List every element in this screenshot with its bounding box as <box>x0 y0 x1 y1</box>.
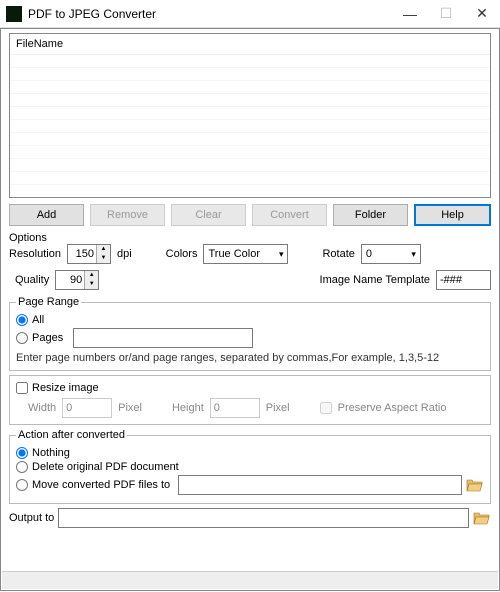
page-range-pages-label: Pages <box>32 332 63 344</box>
resize-checkbox[interactable] <box>16 382 28 394</box>
page-range-pages-radio[interactable] <box>16 332 28 344</box>
resize-group: Resize image Width Pixel Height Pixel Pr… <box>9 375 491 425</box>
page-range-pages-input[interactable] <box>73 328 253 348</box>
height-label: Height <box>172 402 204 414</box>
quality-label: Quality <box>15 274 49 286</box>
maximize-button[interactable]: ☐ <box>428 0 464 28</box>
quality-input[interactable] <box>56 273 84 287</box>
action-legend: Action after converted <box>16 429 127 441</box>
chevron-down-icon: ▾ <box>279 249 284 260</box>
file-list-header: FileName <box>10 34 490 54</box>
preserve-aspect-checkbox <box>320 402 332 414</box>
output-label: Output to <box>9 512 54 524</box>
rotate-label: Rotate <box>322 248 354 260</box>
add-button[interactable]: Add <box>9 204 84 226</box>
quality-spinner[interactable]: ▲▼ <box>55 270 99 290</box>
dpi-label: dpi <box>117 248 132 260</box>
resolution-spinner[interactable]: ▲▼ <box>67 244 111 264</box>
convert-button[interactable]: Convert <box>252 204 327 226</box>
window-title: PDF to JPEG Converter <box>28 7 392 21</box>
width-label: Width <box>28 402 56 414</box>
help-button[interactable]: Help <box>414 204 491 226</box>
status-bar <box>2 571 498 589</box>
action-nothing-radio[interactable] <box>16 447 28 459</box>
folder-button[interactable]: Folder <box>333 204 408 226</box>
action-move-path-input[interactable] <box>178 475 462 495</box>
page-range-group: Page Range All Pages Enter page numbers … <box>9 296 491 371</box>
app-icon <box>6 6 22 22</box>
folder-open-icon[interactable] <box>466 477 484 493</box>
action-group: Action after converted Nothing Delete or… <box>9 429 491 504</box>
action-delete-label: Delete original PDF document <box>32 461 179 473</box>
colors-value: True Color <box>208 248 260 260</box>
options-label: Options <box>9 232 491 244</box>
page-range-hint: Enter page numbers or/and page ranges, s… <box>16 352 484 364</box>
action-move-label: Move converted PDF files to <box>32 479 170 491</box>
colors-label: Colors <box>166 248 198 260</box>
page-range-all-label: All <box>32 314 44 326</box>
preserve-aspect-label: Preserve Aspect Ratio <box>338 402 447 414</box>
width-input <box>62 398 112 418</box>
width-pixel-label: Pixel <box>118 402 142 414</box>
rotate-select[interactable]: 0 ▾ <box>361 244 421 264</box>
height-input <box>210 398 260 418</box>
minimize-button[interactable]: — <box>392 0 428 28</box>
template-input[interactable] <box>436 270 491 290</box>
clear-button[interactable]: Clear <box>171 204 246 226</box>
page-range-legend: Page Range <box>16 296 81 308</box>
colors-select[interactable]: True Color ▾ <box>203 244 288 264</box>
close-button[interactable]: ✕ <box>464 0 500 28</box>
resolution-input[interactable] <box>68 247 96 261</box>
rotate-value: 0 <box>366 248 372 260</box>
chevron-down-icon: ▾ <box>411 249 416 260</box>
page-range-all-radio[interactable] <box>16 314 28 326</box>
height-pixel-label: Pixel <box>266 402 290 414</box>
action-delete-radio[interactable] <box>16 461 28 473</box>
title-bar: PDF to JPEG Converter — ☐ ✕ <box>0 0 500 28</box>
action-move-radio[interactable] <box>16 479 28 491</box>
remove-button[interactable]: Remove <box>90 204 165 226</box>
resolution-label: Resolution <box>9 248 61 260</box>
file-list[interactable]: FileName <box>9 33 491 198</box>
output-path-input[interactable] <box>58 508 469 528</box>
folder-open-icon[interactable] <box>473 510 491 526</box>
template-label: Image Name Template <box>320 274 430 286</box>
resize-label: Resize image <box>32 382 99 394</box>
action-nothing-label: Nothing <box>32 447 70 459</box>
